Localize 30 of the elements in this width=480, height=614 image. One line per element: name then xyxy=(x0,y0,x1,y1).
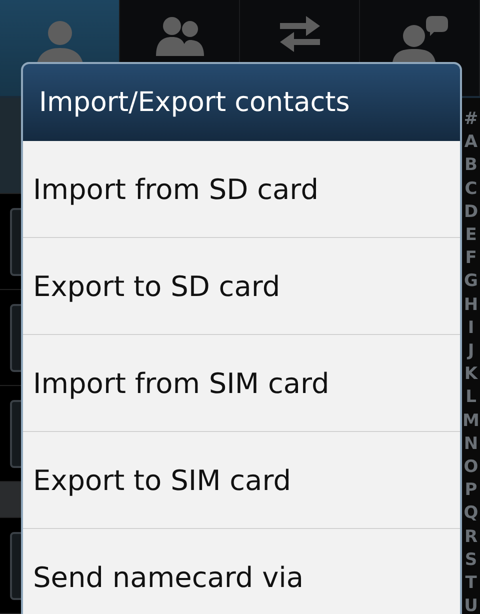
menu-item[interactable]: Export to SD card xyxy=(23,238,460,335)
index-letter[interactable]: T xyxy=(465,572,477,596)
index-letter[interactable]: J xyxy=(468,340,474,364)
index-letter[interactable]: P xyxy=(464,479,478,502)
menu-item[interactable]: Import from SD card xyxy=(23,141,460,238)
index-letter[interactable]: D xyxy=(464,200,478,224)
index-letter[interactable]: G xyxy=(464,270,478,294)
swap-arrows-icon xyxy=(280,16,320,52)
menu-item[interactable]: Send namecard via xyxy=(23,529,460,614)
index-letter[interactable]: N xyxy=(464,432,478,456)
index-letter[interactable]: F xyxy=(465,247,477,270)
index-letter[interactable]: O xyxy=(464,456,478,480)
index-letter[interactable]: C xyxy=(464,178,478,201)
menu-item[interactable]: Export to SIM card xyxy=(23,432,460,529)
index-letter[interactable]: R xyxy=(464,526,478,549)
index-letter[interactable]: Q xyxy=(464,502,478,526)
index-letter[interactable]: U xyxy=(464,595,478,614)
dialog-title: Import/Export contacts xyxy=(23,64,460,141)
index-letter[interactable]: K xyxy=(464,363,478,386)
index-letter[interactable]: E xyxy=(465,224,477,248)
index-letter[interactable]: M xyxy=(462,410,480,433)
menu-item[interactable]: Import from SIM card xyxy=(23,335,460,432)
index-letter[interactable]: H xyxy=(464,294,478,317)
people-icon xyxy=(156,16,204,56)
index-letter[interactable]: S xyxy=(464,548,478,572)
index-letter[interactable]: L xyxy=(466,386,476,410)
index-letter[interactable]: B xyxy=(464,154,478,178)
index-letter[interactable]: A xyxy=(464,131,478,154)
index-letter[interactable]: # xyxy=(464,108,478,132)
index-letter[interactable]: I xyxy=(468,316,474,340)
